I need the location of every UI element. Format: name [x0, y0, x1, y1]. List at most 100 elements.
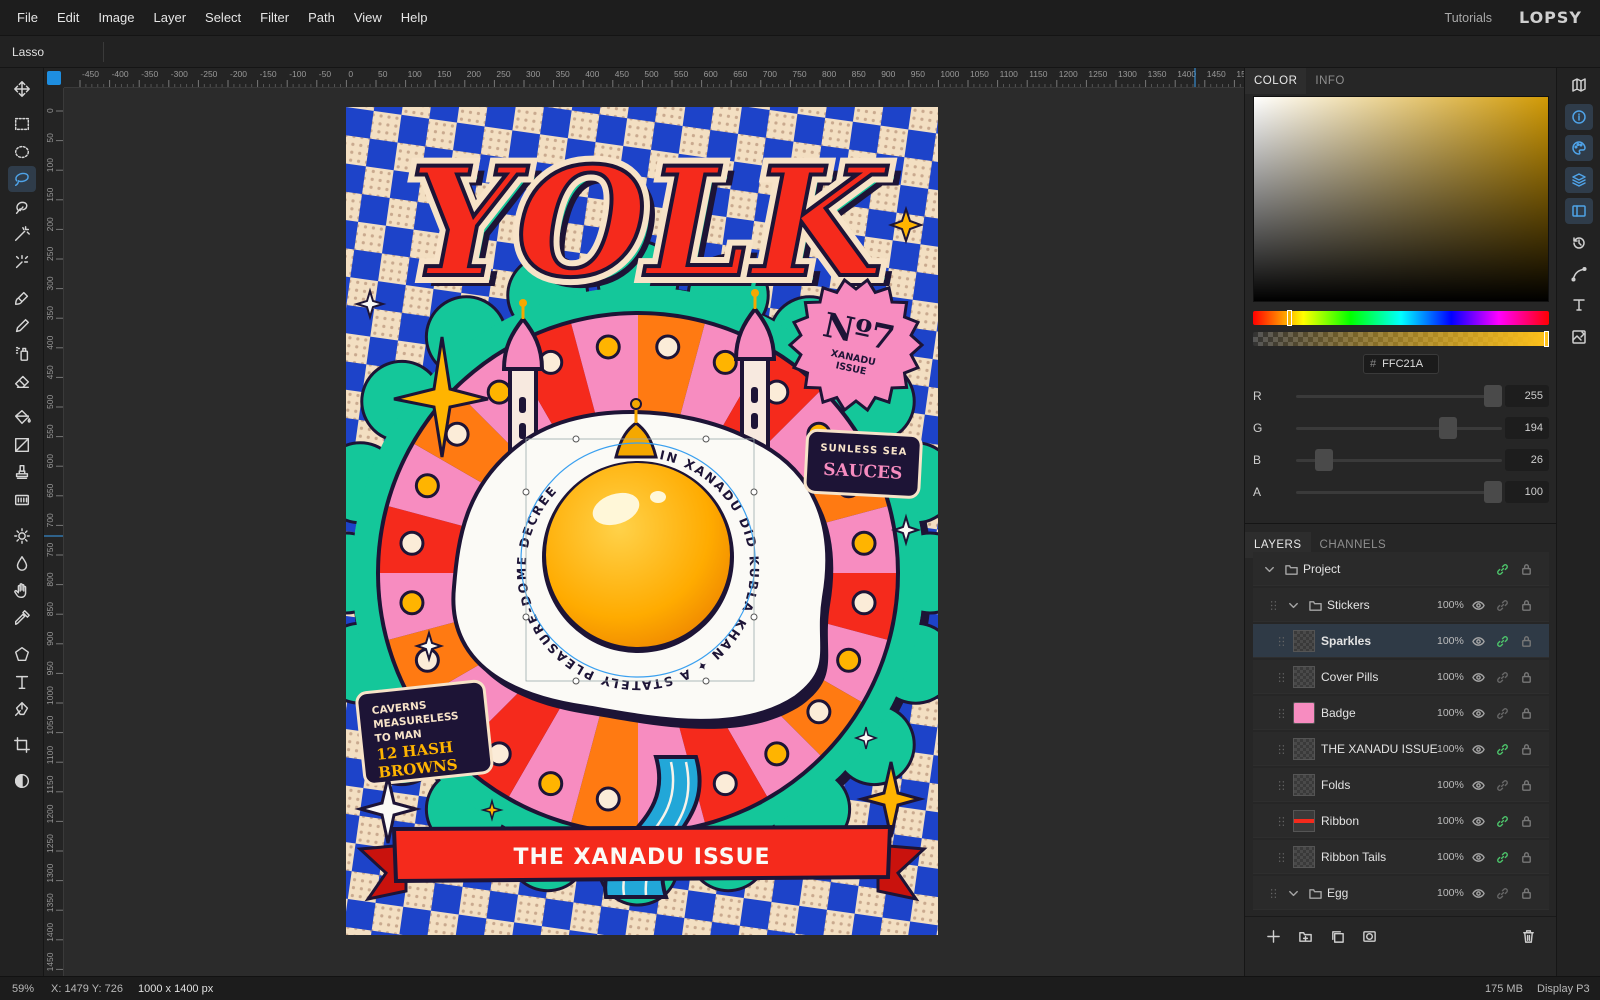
lock-icon[interactable]	[1520, 707, 1533, 720]
dodge-tool[interactable]	[8, 523, 36, 549]
link-icon[interactable]	[1496, 563, 1509, 576]
chevron-down-icon[interactable]	[1263, 563, 1276, 576]
lasso-tool[interactable]	[8, 166, 36, 192]
history-panel-button[interactable]	[1565, 230, 1593, 256]
shape-tool[interactable]	[8, 641, 36, 667]
tutorials-link[interactable]: Tutorials	[1445, 11, 1492, 25]
blur-tool[interactable]	[8, 550, 36, 576]
alpha-slider[interactable]	[1253, 331, 1549, 347]
link-icon[interactable]	[1496, 779, 1509, 792]
ellipse-marquee-tool[interactable]	[8, 139, 36, 165]
menu-view[interactable]: View	[345, 10, 391, 25]
link-icon[interactable]	[1496, 887, 1509, 900]
menu-help[interactable]: Help	[392, 10, 437, 25]
channel-value-input[interactable]: 255	[1505, 385, 1549, 407]
eye-icon[interactable]	[1472, 851, 1485, 864]
eye-icon[interactable]	[1472, 815, 1485, 828]
mask-mode-toggle[interactable]	[8, 768, 36, 794]
layer-opacity[interactable]: 100%	[1437, 815, 1464, 827]
drag-handle-icon[interactable]	[1275, 671, 1288, 684]
link-icon[interactable]	[1496, 851, 1509, 864]
lock-icon[interactable]	[1520, 671, 1533, 684]
eye-icon[interactable]	[1472, 887, 1485, 900]
stamp-tool[interactable]	[8, 459, 36, 485]
hue-handle[interactable]	[1287, 310, 1292, 326]
magic-wand-tool[interactable]	[8, 221, 36, 247]
layer-row[interactable]: THE XANADU ISSUE 100%	[1253, 732, 1549, 766]
drag-handle-icon[interactable]	[1275, 851, 1288, 864]
menu-file[interactable]: File	[8, 10, 47, 25]
layer-group-row[interactable]: Stickers 100%	[1253, 588, 1549, 622]
drag-handle-icon[interactable]	[1267, 599, 1280, 612]
chevron-down-icon[interactable]	[1287, 887, 1300, 900]
paths-panel-button[interactable]	[1565, 261, 1593, 287]
lock-icon[interactable]	[1520, 887, 1533, 900]
lock-icon[interactable]	[1520, 851, 1533, 864]
drag-handle-icon[interactable]	[1275, 779, 1288, 792]
lock-icon[interactable]	[1520, 779, 1533, 792]
drag-handle-icon[interactable]	[1275, 635, 1288, 648]
link-icon[interactable]	[1496, 671, 1509, 684]
tab-color[interactable]: COLOR	[1245, 68, 1307, 94]
menu-edit[interactable]: Edit	[48, 10, 88, 25]
gradient-tool[interactable]	[8, 432, 36, 458]
layer-opacity[interactable]: 100%	[1437, 779, 1464, 791]
layer-row[interactable]: Sparkles 100%	[1253, 624, 1549, 658]
eye-icon[interactable]	[1472, 707, 1485, 720]
alpha-handle[interactable]	[1544, 331, 1549, 347]
channel-value-input[interactable]: 194	[1505, 417, 1549, 439]
menu-layer[interactable]: Layer	[145, 10, 196, 25]
move-tool[interactable]	[8, 76, 36, 102]
canvas-area[interactable]: IN XANADU DID KUBLA KHAN ✦ A STATELY PLE…	[64, 88, 1244, 976]
eyedropper-tool[interactable]	[8, 605, 36, 631]
add-layer-button[interactable]	[1266, 929, 1281, 949]
eye-icon[interactable]	[1472, 671, 1485, 684]
layer-group-row[interactable]: Project	[1253, 552, 1549, 586]
pattern-tool[interactable]	[8, 487, 36, 513]
lock-icon[interactable]	[1520, 815, 1533, 828]
layer-row[interactable]: Folds 100%	[1253, 768, 1549, 802]
layer-opacity[interactable]: 100%	[1437, 743, 1464, 755]
pencil-tool[interactable]	[8, 313, 36, 339]
channel-value-input[interactable]: 100	[1505, 481, 1549, 503]
menu-filter[interactable]: Filter	[251, 10, 298, 25]
channel-slider-handle[interactable]	[1484, 385, 1502, 407]
quick-select-tool[interactable]	[8, 249, 36, 275]
channels-panel-button[interactable]	[1565, 198, 1593, 224]
drag-handle-icon[interactable]	[1267, 887, 1280, 900]
delete-layer-button[interactable]	[1521, 929, 1536, 949]
channel-slider-handle[interactable]	[1439, 417, 1457, 439]
eye-icon[interactable]	[1472, 743, 1485, 756]
eye-icon[interactable]	[1472, 635, 1485, 648]
lock-icon[interactable]	[1520, 743, 1533, 756]
crop-tool[interactable]	[8, 732, 36, 758]
layers-panel-button[interactable]	[1565, 167, 1593, 193]
layer-opacity[interactable]: 100%	[1437, 599, 1464, 611]
pen-tool[interactable]	[8, 696, 36, 722]
layer-row[interactable]: Ribbon 100%	[1253, 804, 1549, 838]
tab-info[interactable]: INFO	[1306, 68, 1353, 94]
eye-icon[interactable]	[1472, 599, 1485, 612]
drag-handle-icon[interactable]	[1275, 815, 1288, 828]
layer-opacity[interactable]: 100%	[1437, 671, 1464, 683]
link-icon[interactable]	[1496, 635, 1509, 648]
add-mask-button[interactable]	[1362, 929, 1377, 949]
menu-path[interactable]: Path	[299, 10, 344, 25]
channel-slider-handle[interactable]	[1484, 481, 1502, 503]
layer-row[interactable]: Cover Pills 100%	[1253, 660, 1549, 694]
chevron-down-icon[interactable]	[1287, 599, 1300, 612]
zoom-level[interactable]: 59%	[12, 983, 34, 995]
character-panel-button[interactable]	[1565, 292, 1593, 318]
saturation-value-picker[interactable]	[1253, 96, 1549, 302]
poster-artwork[interactable]: IN XANADU DID KUBLA KHAN ✦ A STATELY PLE…	[346, 107, 938, 935]
fill-tool[interactable]	[8, 404, 36, 430]
magnetic-lasso-tool[interactable]	[8, 194, 36, 220]
lock-icon[interactable]	[1520, 635, 1533, 648]
text-tool[interactable]	[8, 669, 36, 695]
menu-select[interactable]: Select	[196, 10, 250, 25]
spray-tool[interactable]	[8, 340, 36, 366]
color-panel-button[interactable]	[1565, 135, 1593, 161]
hue-slider[interactable]	[1253, 310, 1549, 326]
layer-opacity[interactable]: 100%	[1437, 635, 1464, 647]
brush-tool[interactable]	[8, 285, 36, 311]
